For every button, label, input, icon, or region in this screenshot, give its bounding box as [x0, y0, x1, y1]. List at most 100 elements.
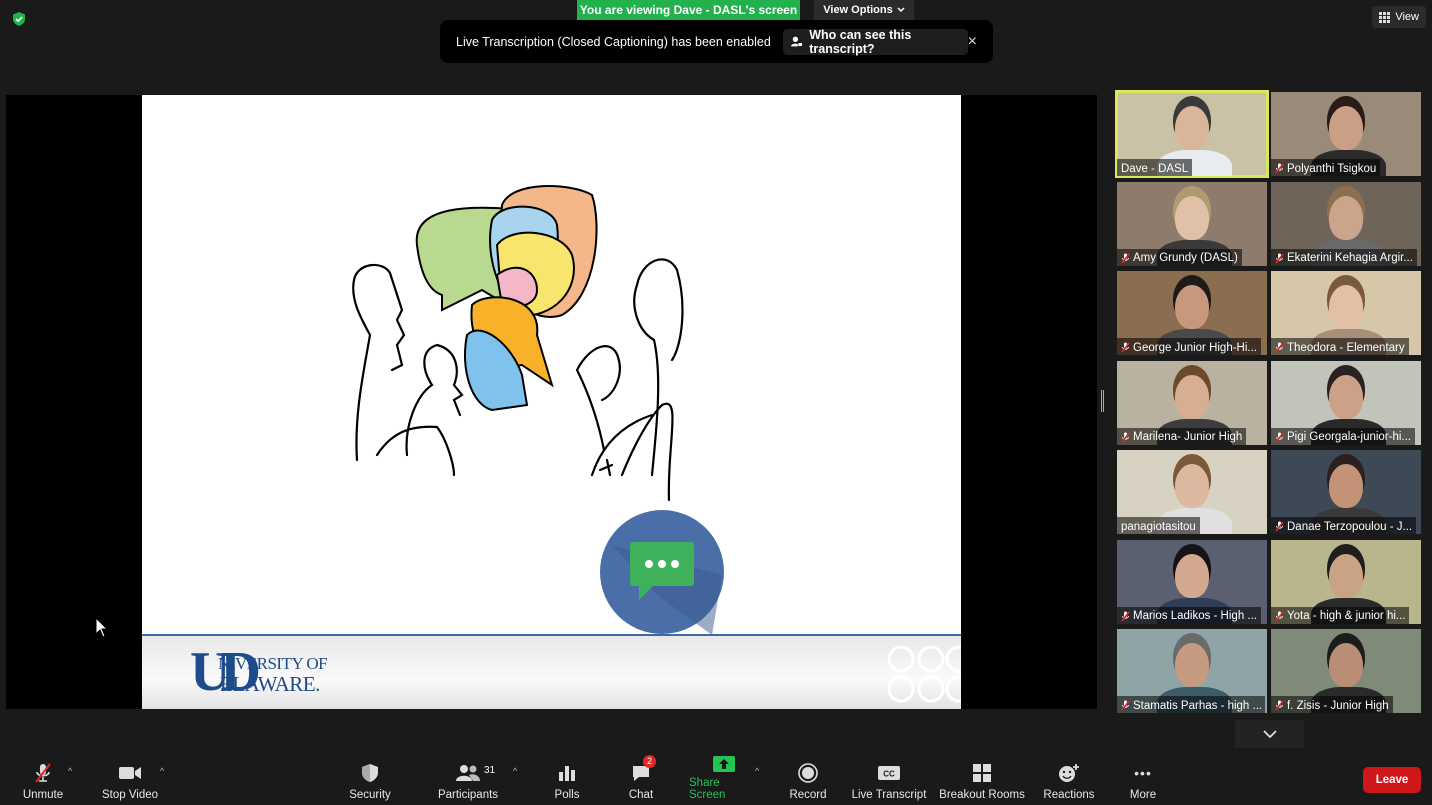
participant-video-face: [1175, 106, 1209, 150]
participant-name-label: Marilena- Junior High: [1117, 427, 1247, 445]
presentation-slide: UD NIVERSITY OF ELAWARE.: [142, 95, 961, 709]
panel-resize-handle[interactable]: [1101, 390, 1104, 412]
chat-button[interactable]: 2 Chat: [623, 754, 659, 805]
microphone-muted-icon: [1275, 432, 1284, 442]
leave-label: Leave: [1375, 774, 1409, 786]
participant-tile[interactable]: Yota - high & junior hi...: [1271, 539, 1421, 624]
share-screen-icon: [713, 755, 735, 772]
participant-tile[interactable]: Danae Terzopoulou - J...: [1271, 450, 1421, 534]
share-options-caret[interactable]: ^: [755, 766, 759, 776]
mouse-cursor-icon: [95, 617, 109, 638]
security-button[interactable]: Security: [345, 754, 395, 805]
participant-tile[interactable]: Theodora - Elementary: [1271, 271, 1421, 355]
unmute-button[interactable]: Unmute: [20, 754, 66, 805]
participant-video-face: [1329, 106, 1363, 150]
participant-tile[interactable]: Marios Ladikos - High ...: [1117, 539, 1267, 624]
participant-name: Yota - high & junior hi...: [1287, 610, 1406, 622]
participant-tile[interactable]: Amy Grundy (DASL): [1117, 181, 1267, 266]
microphone-muted-icon: [1275, 700, 1284, 711]
view-layout-button[interactable]: View: [1372, 6, 1426, 28]
participant-tile[interactable]: George Junior High-Hi...: [1117, 271, 1267, 355]
chat-unread-badge: 2: [643, 755, 656, 768]
participant-name: Pigi Georgala-junior-hi...: [1287, 431, 1412, 443]
polls-icon: [559, 766, 575, 781]
record-icon: [798, 763, 818, 783]
participant-tile[interactable]: Dave - DASL: [1115, 90, 1269, 178]
participant-video-face: [1329, 195, 1363, 240]
participant-name-label: Marios Ladikos - High ...: [1117, 606, 1261, 624]
participant-name-label: Stamatis Parhas - high ...: [1117, 696, 1265, 713]
participant-name-label: Yota - high & junior hi...: [1271, 606, 1410, 624]
share-screen-button[interactable]: Share Screen: [689, 754, 759, 805]
leave-button[interactable]: Leave: [1363, 767, 1421, 793]
participant-name: Amy Grundy (DASL): [1133, 252, 1238, 264]
breakout-rooms-icon: [973, 764, 991, 782]
participant-name: panagiotasitou: [1121, 520, 1196, 533]
closed-caption-icon: CC: [878, 766, 900, 780]
microphone-muted-icon: [1275, 163, 1284, 174]
participant-video-face: [1329, 464, 1363, 508]
participant-tile[interactable]: Pigi Georgala-junior-hi...: [1271, 360, 1421, 445]
microphone-muted-icon: [35, 763, 51, 783]
microphone-muted-icon: [1121, 700, 1130, 711]
microphone-muted-icon: [1121, 432, 1130, 442]
participant-name-label: panagiotasitou: [1117, 517, 1200, 534]
participant-name: Stamatis Parhas - high ...: [1133, 699, 1263, 712]
record-button[interactable]: Record: [787, 754, 829, 805]
participant-tile[interactable]: panagiotasitou: [1117, 450, 1267, 534]
participant-name: Danae Terzopoulou - J...: [1287, 520, 1413, 533]
participant-tile[interactable]: Ekaterini Kehagia Argir...: [1271, 181, 1421, 266]
view-options-button[interactable]: View Options: [814, 0, 914, 20]
gallery-next-page-button[interactable]: [1235, 720, 1304, 748]
participant-name: Dave - DASL: [1121, 162, 1189, 175]
shield-icon: [362, 764, 378, 782]
more-button[interactable]: ••• More: [1125, 754, 1161, 805]
stop-video-button[interactable]: Stop Video: [100, 754, 160, 805]
transcription-banner: Live Transcription (Closed Captioning) h…: [440, 20, 993, 63]
participant-video-face: [1329, 285, 1363, 329]
security-shield-icon[interactable]: [11, 11, 27, 27]
video-camera-icon: [119, 767, 141, 779]
participants-options-caret[interactable]: ^: [513, 766, 517, 776]
participants-label: Participants: [437, 789, 499, 801]
close-icon[interactable]: ×: [968, 33, 977, 51]
participant-video-face: [1329, 374, 1363, 419]
participant-tile[interactable]: Stamatis Parhas - high ...: [1117, 629, 1267, 713]
participant-name-label: Ekaterini Kehagia Argir...: [1271, 248, 1417, 266]
polls-button[interactable]: Polls: [548, 754, 586, 805]
more-label: More: [1129, 789, 1157, 801]
participant-name: Marilena- Junior High: [1133, 431, 1243, 443]
live-transcript-button[interactable]: CC Live Transcript: [850, 754, 928, 805]
participants-button[interactable]: Participants: [436, 754, 500, 805]
microphone-muted-icon: [1275, 521, 1284, 532]
participant-name-label: Polyanthi Tsigkou: [1271, 159, 1381, 176]
logo-line2: ELAWARE.: [220, 672, 320, 696]
audio-options-caret[interactable]: ^: [68, 766, 72, 776]
participant-video-face: [1175, 464, 1209, 508]
video-options-caret[interactable]: ^: [160, 766, 164, 776]
participants-icon: [456, 765, 480, 781]
participant-name: Theodora - Elementary: [1287, 341, 1405, 354]
grid-icon: [1379, 11, 1391, 23]
decorative-circles: [887, 645, 961, 703]
who-can-see-transcript-button[interactable]: Who can see this transcript?: [782, 27, 968, 56]
meeting-toolbar: Unmute ^ Stop Video ^ Security Participa…: [0, 754, 1432, 805]
participant-tile[interactable]: Marilena- Junior High: [1117, 360, 1267, 445]
banner-message: Live Transcription (Closed Captioning) h…: [456, 34, 771, 49]
participant-video-face: [1329, 553, 1363, 598]
participant-name: Ekaterini Kehagia Argir...: [1287, 252, 1413, 264]
breakout-rooms-button[interactable]: Breakout Rooms: [938, 754, 1026, 805]
participant-tile[interactable]: Polyanthi Tsigkou: [1271, 92, 1421, 176]
microphone-muted-icon: [1275, 253, 1284, 263]
participant-video-face: [1329, 643, 1363, 687]
smiley-plus-icon: [1059, 764, 1079, 782]
reactions-button[interactable]: Reactions: [1042, 754, 1096, 805]
view-label: View: [1395, 11, 1419, 23]
people-speech-bubbles-illustration: [352, 184, 724, 635]
microphone-muted-icon: [1275, 611, 1284, 621]
participant-tile[interactable]: f. Zisis - Junior High: [1271, 629, 1421, 713]
polls-label: Polls: [554, 789, 580, 801]
record-label: Record: [789, 789, 827, 801]
shared-screen[interactable]: UD NIVERSITY OF ELAWARE.: [6, 95, 1097, 709]
who-can-see-label: Who can see this transcript?: [809, 27, 912, 56]
